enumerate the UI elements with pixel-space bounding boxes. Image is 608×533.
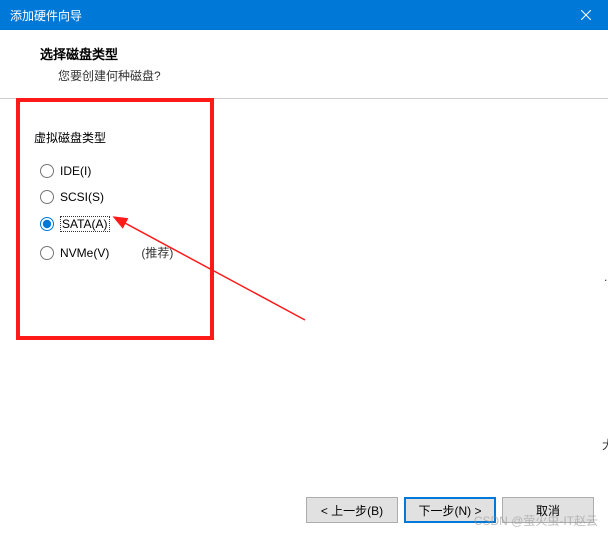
radio-list: IDE(I) SCSI(S) SATA(A) NVMe(V) (推荐) xyxy=(40,164,584,261)
radio-sata[interactable] xyxy=(40,217,54,231)
cropped-text: . xyxy=(604,270,608,288)
window-title: 添加硬件向导 xyxy=(10,7,82,24)
radio-ide[interactable] xyxy=(40,164,54,178)
close-icon xyxy=(581,10,591,20)
radio-scsi[interactable] xyxy=(40,190,54,204)
radio-option-nvme[interactable]: NVMe(V) (推荐) xyxy=(40,244,584,261)
content-area: 虚拟磁盘类型 IDE(I) SCSI(S) SATA(A) NVMe(V) (推… xyxy=(0,99,608,469)
recommended-tag: (推荐) xyxy=(141,244,173,261)
page-subtitle: 您要创建何种磁盘? xyxy=(58,67,588,84)
cropped-text: 大 xyxy=(602,436,608,454)
radio-label: IDE(I) xyxy=(60,164,91,178)
radio-label: SCSI(S) xyxy=(60,190,104,204)
close-button[interactable] xyxy=(563,0,608,30)
radio-label: SATA(A) xyxy=(60,216,110,232)
radio-option-scsi[interactable]: SCSI(S) xyxy=(40,190,584,204)
watermark: CSDN @萤火虫-IT赵云 xyxy=(474,512,598,529)
radio-option-sata[interactable]: SATA(A) xyxy=(40,216,584,232)
radio-option-ide[interactable]: IDE(I) xyxy=(40,164,584,178)
page-title: 选择磁盘类型 xyxy=(40,44,588,63)
titlebar: 添加硬件向导 xyxy=(0,0,608,30)
back-button[interactable]: < 上一步(B) xyxy=(306,497,398,523)
group-label: 虚拟磁盘类型 xyxy=(34,129,584,146)
radio-label: NVMe(V) xyxy=(60,246,109,260)
dialog-body: 选择磁盘类型 您要创建何种磁盘? 虚拟磁盘类型 IDE(I) SCSI(S) S… xyxy=(0,30,608,469)
header-section: 选择磁盘类型 您要创建何种磁盘? xyxy=(0,30,608,99)
radio-nvme[interactable] xyxy=(40,246,54,260)
